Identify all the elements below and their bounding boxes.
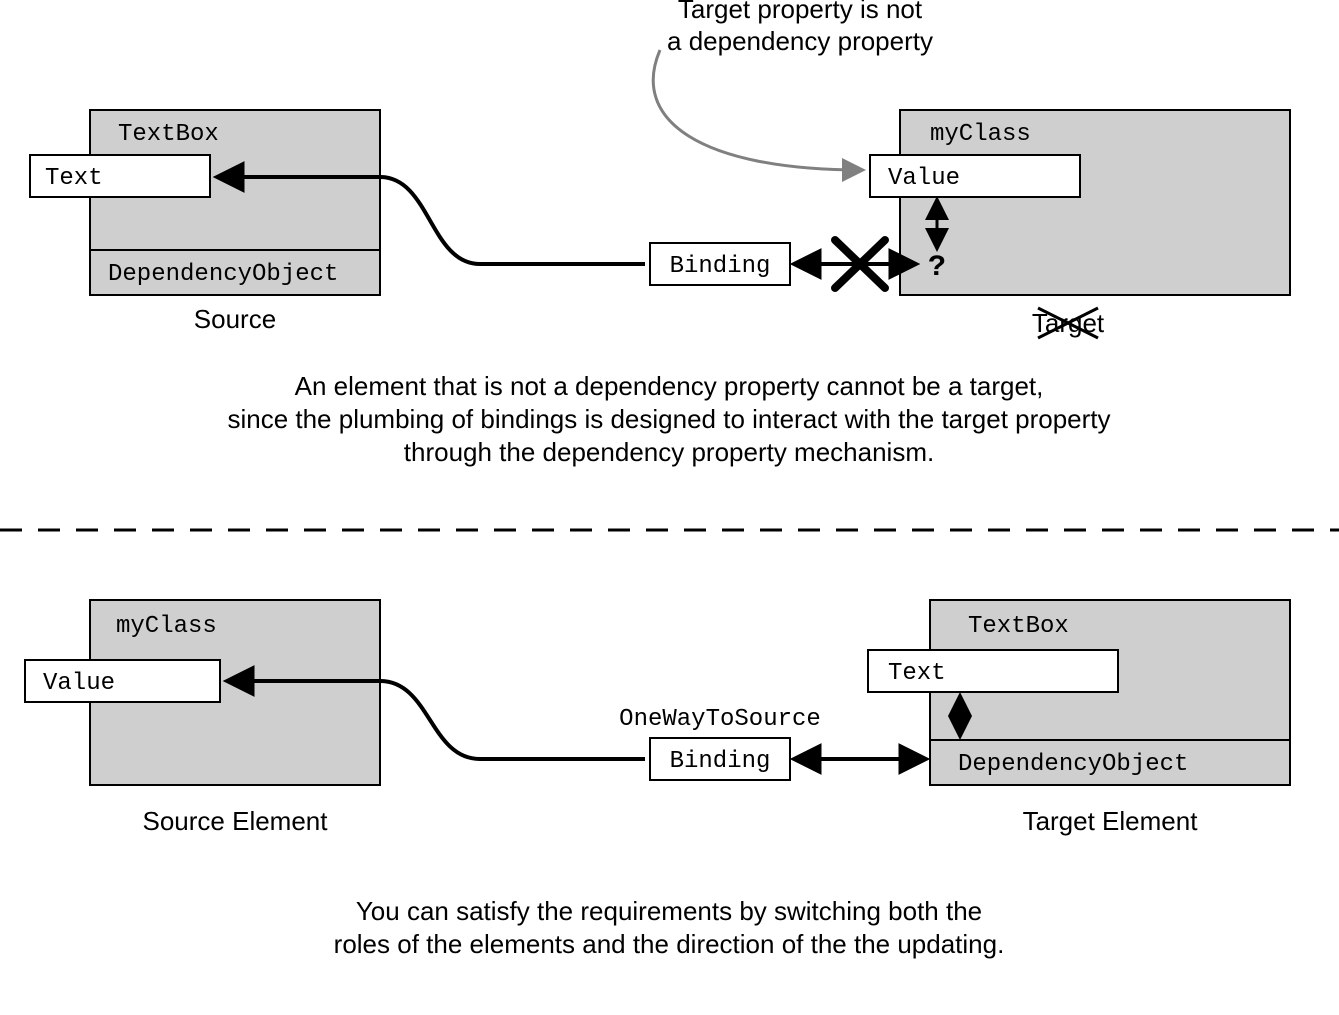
source-base: DependencyObject: [108, 261, 338, 288]
question-mark: ?: [928, 251, 946, 285]
source-element-property: Value: [43, 670, 115, 697]
source-element-box: myClass Value Source Element: [25, 600, 380, 836]
source-element-title: myClass: [116, 613, 217, 640]
annotation-line1: Target property is not: [678, 0, 923, 24]
diagram-canvas: Target property is not a dependency prop…: [0, 0, 1339, 1015]
target-element-property: Text: [888, 660, 946, 687]
target-element-base: DependencyObject: [958, 751, 1188, 778]
binding-node-2: Binding: [650, 738, 790, 780]
target-element-title: TextBox: [968, 613, 1069, 640]
target-title: myClass: [930, 121, 1031, 148]
bottom-explain-2: roles of the elements and the direction …: [334, 929, 1005, 959]
source-box: TextBox Text DependencyObject Source: [30, 110, 380, 334]
top-explain-3: through the dependency property mechanis…: [404, 437, 934, 467]
binding-label-2: Binding: [670, 748, 771, 775]
target-element-box: TextBox Text DependencyObject Target Ele…: [868, 600, 1290, 836]
top-explain-1: An element that is not a dependency prop…: [295, 371, 1044, 401]
top-diagram: TextBox Text DependencyObject Source myC…: [30, 110, 1290, 467]
source-property: Text: [45, 165, 103, 192]
binding-label: Binding: [670, 253, 771, 280]
binding-node: Binding: [650, 243, 790, 285]
bottom-explain-1: You can satisfy the requirements by swit…: [356, 896, 982, 926]
target-property: Value: [888, 165, 960, 192]
top-explain-2: since the plumbing of bindings is design…: [227, 404, 1110, 434]
annotation-arrow: [653, 50, 862, 170]
source-caption: Source: [194, 304, 276, 334]
target-element-caption: Target Element: [1023, 806, 1199, 836]
source-element-caption: Source Element: [143, 806, 329, 836]
bottom-diagram: myClass Value Source Element TextBox Tex…: [25, 600, 1290, 959]
target-box: myClass Value ? Target: [870, 110, 1290, 338]
mode-label: OneWayToSource: [619, 706, 821, 733]
annotation-line2: a dependency property: [667, 26, 933, 56]
annotation-top: Target property is not a dependency prop…: [653, 0, 933, 170]
source-title: TextBox: [118, 121, 219, 148]
